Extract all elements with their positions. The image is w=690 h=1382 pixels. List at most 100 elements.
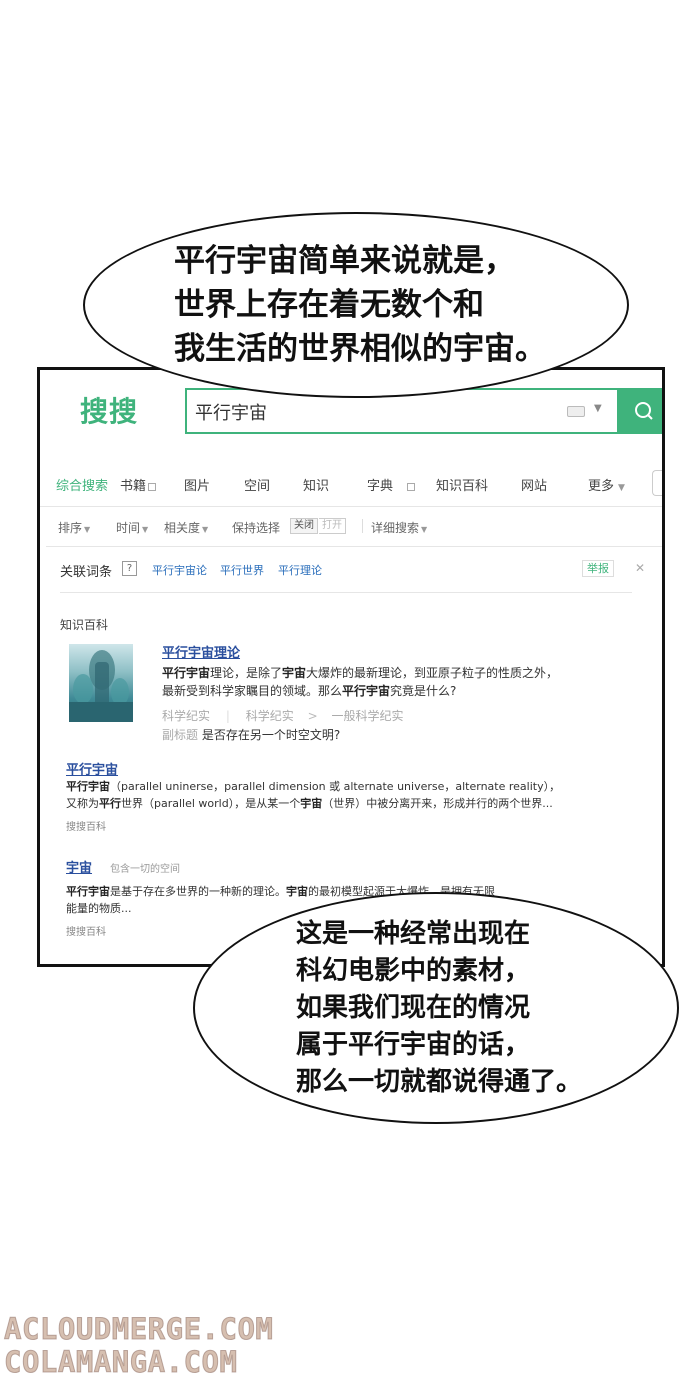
divider	[46, 546, 662, 547]
tab-books-label: 书籍	[120, 479, 147, 494]
filter-relevance[interactable]: 相关度 ▼	[164, 519, 208, 536]
tab-dictionary[interactable]: 字典	[367, 475, 416, 494]
bubble-bottom-line: 如果我们现在的情况	[295, 992, 530, 1023]
section-title: 知识百科	[60, 618, 109, 632]
snippet-text: 是基于存在多世界的一种新的理论。	[110, 885, 286, 898]
snippet-text: 又称为	[66, 797, 99, 810]
watermark-line: ACLOUDMERGE.COM	[3, 1312, 274, 1347]
result-snippet: 又称为平行世界（parallel world），是从某一个宇宙（世界）中被分离开…	[66, 795, 553, 811]
snippet-text: 最新受到科学家瞩目的领域。那么	[162, 684, 343, 698]
snippet-text: 大爆炸的最新理论，到亚原子粒子的性质之外，	[306, 666, 559, 680]
result-source: 搜搜百科	[66, 822, 106, 833]
result-thumbnail[interactable]	[69, 644, 133, 722]
search-input[interactable]	[195, 398, 555, 426]
bubble-bottom-text: 这是一种经常出现在 科幻电影中的素材， 如果我们现在的情况 属于平行宇宙的话， …	[296, 916, 582, 1101]
search-icon	[635, 402, 653, 420]
filter-bar: 排序 ▼ 时间 ▼ 相关度 ▼ 保持选择 关闭 打开 详细搜索 ▼	[58, 518, 658, 537]
sogou-logo[interactable]: 搜搜	[80, 390, 138, 430]
tab-encyclopedia[interactable]: 知识百科	[436, 475, 488, 494]
tab-all[interactable]: 综合搜索	[56, 475, 108, 494]
caret-down-icon: ▼	[421, 525, 428, 534]
watermark-line: COLAMANGA.COM	[3, 1345, 238, 1380]
result-meta: 科学纪实 | 科学纪实 > 一般科学纪实	[162, 707, 403, 724]
separator: |	[225, 709, 230, 723]
snippet-text: 理论，是除了	[210, 666, 283, 680]
bubble-bottom-line: 属于平行宇宙的话，	[295, 1029, 530, 1060]
filter-sort-label: 排序	[58, 521, 83, 535]
related-link[interactable]: 平行理论	[278, 562, 322, 578]
highlight: 平行宇宙	[66, 885, 110, 898]
speech-bubble-top: 平行宇宙简单来说就是， 世界上存在着无数个和 我生活的世界相似的宇宙。	[83, 212, 629, 398]
divider	[362, 519, 363, 533]
bubble-bottom-line: 这是一种经常出现在	[295, 918, 530, 949]
result-snippet: 平行宇宙（parallel uninerse，parallel dimensio…	[66, 778, 560, 794]
tab-more-label: 更多	[588, 479, 615, 494]
divider	[40, 506, 662, 507]
related-link[interactable]: 平行世界	[220, 562, 264, 578]
subtitle-text: 是否存在另一个时空文明?	[201, 728, 341, 742]
bubble-top-line: 世界上存在着无数个和	[174, 287, 484, 323]
bubble-bottom-line: 那么一切就都说得通了。	[295, 1066, 582, 1097]
bubble-top-line: 我生活的世界相似的宇宙。	[174, 331, 546, 367]
highlight: 平行	[99, 797, 121, 810]
result-subtitle: 副标题 是否存在另一个时空文明?	[162, 726, 340, 743]
snippet-text: （世界）中被分离开来，形成并行的两个世界...	[322, 797, 553, 810]
meta-category: 科学纪实	[245, 709, 294, 723]
speech-bubble-bottom: 这是一种经常出现在 科幻电影中的素材， 如果我们现在的情况 属于平行宇宙的话， …	[193, 892, 679, 1124]
result-snippet: 能量的物质...	[66, 902, 132, 915]
new-icon	[407, 482, 416, 491]
chevron-down-icon[interactable]: ▼	[594, 403, 602, 414]
chevron-down-icon: ▼	[618, 483, 625, 493]
highlight: 宇宙	[300, 797, 323, 810]
result-title[interactable]: 平行宇宙	[66, 759, 118, 778]
highlight: 宇宙	[282, 666, 307, 680]
bubble-bottom-line: 科幻电影中的素材，	[295, 955, 530, 986]
close-icon[interactable]: ✕	[635, 561, 645, 575]
snippet-text: 究竟是什么?	[390, 684, 457, 698]
snippet-text: 世界（parallel world），是从某一个	[121, 797, 301, 810]
tab-dictionary-label: 字典	[367, 479, 394, 494]
result-snippet: 最新受到科学家瞩目的领域。那么平行宇宙究竟是什么?	[162, 682, 622, 699]
caret-down-icon: ▼	[84, 525, 91, 534]
filter-relevance-label: 相关度	[164, 521, 201, 535]
filter-advanced-label: 详细搜索	[371, 521, 420, 535]
caret-down-icon: ▼	[202, 525, 209, 534]
subtitle-label: 副标题	[162, 728, 199, 742]
help-icon[interactable]: ?	[122, 561, 137, 576]
chevron-right-icon: >	[307, 709, 318, 723]
search-page-panel: 搜搜 ▼ 综合搜索 书籍 图片 空间 知识 字典 知识百科 网站 更多▼ 排序▼…	[37, 367, 665, 967]
meta-category: 科学纪实	[162, 709, 211, 723]
tab-websites[interactable]: 网站	[521, 475, 547, 494]
highlight: 平行宇宙	[342, 684, 391, 698]
new-icon	[148, 482, 157, 491]
result-source: 搜搜百科	[66, 927, 106, 938]
keep-toggle-off[interactable]: 关闭	[290, 518, 318, 534]
filter-keep-label: 保持选择	[232, 521, 281, 535]
tab-books[interactable]: 书籍	[120, 475, 157, 494]
tab-scroll-edge[interactable]	[652, 470, 662, 496]
tab-images[interactable]: 图片	[184, 475, 210, 494]
related-link[interactable]: 平行宇宙论	[152, 562, 207, 578]
filter-sort[interactable]: 排序 ▼	[58, 519, 90, 536]
result-snippet: 平行宇宙理论，是除了宇宙大爆炸的最新理论，到亚原子粒子的性质之外，	[162, 664, 622, 681]
keep-toggle-on[interactable]: 打开	[319, 518, 346, 534]
keyboard-icon[interactable]	[567, 406, 585, 417]
meta-category: 一般科学纪实	[331, 709, 404, 723]
tab-space[interactable]: 空间	[244, 475, 270, 494]
result-title[interactable]: 平行宇宙理论	[162, 642, 240, 661]
result-tag: 包含一切的空间	[110, 864, 180, 875]
search-button[interactable]	[619, 388, 662, 434]
report-button[interactable]: 举报	[582, 560, 614, 577]
tab-more[interactable]: 更多 ▼	[588, 475, 625, 494]
filter-time-label: 时间	[116, 521, 141, 535]
highlight: 宇宙	[286, 885, 308, 898]
divider	[60, 592, 632, 593]
related-title: 关联词条	[60, 565, 113, 580]
snippet-text: （parallel uninerse，parallel dimension 或 …	[110, 780, 561, 793]
highlight: 平行宇宙	[66, 780, 110, 793]
filter-time[interactable]: 时间 ▼	[116, 519, 148, 536]
result-title[interactable]: 宇宙	[66, 857, 92, 876]
tab-knowledge[interactable]: 知识	[303, 475, 329, 494]
related-terms: 关联词条 ? 平行宇宙论 平行世界 平行理论 举报 ✕	[60, 560, 645, 581]
filter-advanced[interactable]: 详细搜索 ▼	[371, 519, 427, 536]
